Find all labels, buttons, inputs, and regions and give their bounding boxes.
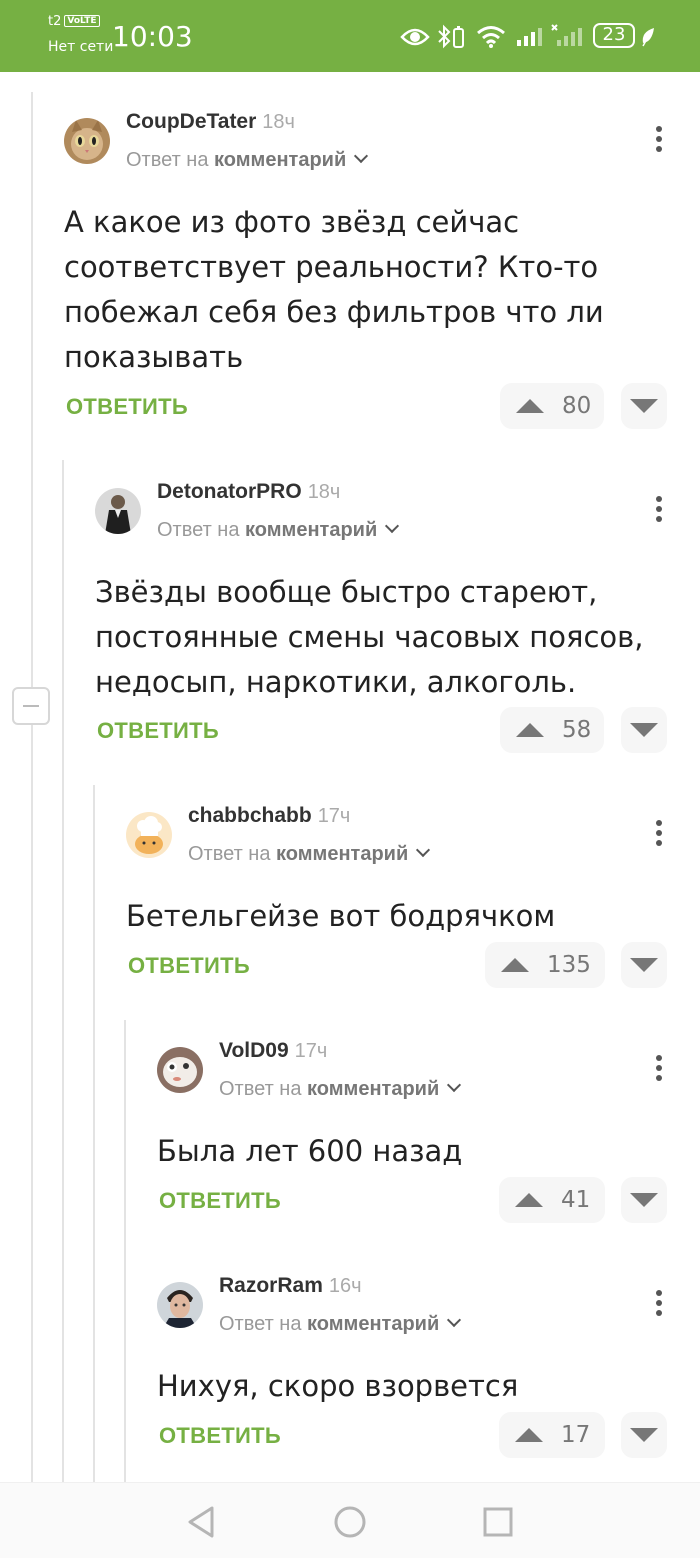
vote-count: 135 bbox=[547, 952, 591, 978]
downvote-button[interactable] bbox=[621, 383, 667, 429]
username[interactable]: RazorRam 16ч bbox=[219, 1274, 362, 1298]
comment-time: 17ч bbox=[317, 805, 351, 827]
eye-icon bbox=[400, 28, 430, 46]
clock: 10:03 bbox=[112, 20, 193, 53]
arrow-up-icon bbox=[515, 1193, 543, 1207]
comment-text: Бетельгейзе вот бодрячком bbox=[126, 899, 556, 933]
network-status: Нет сети bbox=[48, 39, 114, 55]
chevron-down-icon bbox=[447, 1312, 462, 1328]
more-options-icon[interactable] bbox=[656, 1055, 662, 1085]
comment-text: Была лет 600 назад bbox=[157, 1134, 463, 1168]
arrow-up-icon bbox=[516, 399, 544, 413]
comment-time: 18ч bbox=[307, 481, 341, 503]
username[interactable]: DetonatorPRO 18ч bbox=[157, 480, 340, 504]
reply-button[interactable]: ОТВЕТИТЬ bbox=[128, 953, 250, 979]
reply-to[interactable]: Ответ на комментарий bbox=[126, 148, 369, 172]
chevron-down-icon bbox=[354, 148, 369, 164]
collapse-thread-button[interactable] bbox=[12, 687, 50, 725]
comment: chabbchabb 17ч Ответ на комментарий Бетел… bbox=[126, 804, 674, 992]
comment: DetonatorPRO 18ч Ответ на комментарий Звё… bbox=[95, 480, 675, 758]
downvote-button[interactable] bbox=[621, 1177, 667, 1223]
volte-badge: VoLTE bbox=[64, 15, 100, 27]
reply-to[interactable]: Ответ на комментарий bbox=[157, 518, 400, 542]
battery-indicator: 23 bbox=[593, 23, 635, 48]
arrow-down-icon bbox=[630, 399, 658, 413]
cat-avatar-icon bbox=[64, 118, 110, 164]
home-icon[interactable] bbox=[333, 1505, 367, 1539]
downvote-button[interactable] bbox=[621, 942, 667, 988]
wifi-icon bbox=[477, 26, 505, 48]
arrow-down-icon bbox=[630, 958, 658, 972]
reply-to[interactable]: Ответ на комментарий bbox=[188, 842, 431, 866]
username[interactable]: CoupDeTater 18ч bbox=[126, 110, 295, 134]
comment-text: А какое из фото звёзд сейчас соответству… bbox=[64, 205, 604, 374]
thread-line bbox=[124, 1020, 126, 1482]
downvote-button[interactable] bbox=[621, 707, 667, 753]
leaf-icon bbox=[642, 28, 654, 47]
username[interactable]: VolD09 17ч bbox=[219, 1039, 327, 1063]
comment-text: Звёзды вообще быстро стареют, постоянные… bbox=[95, 575, 644, 699]
navigation-bar bbox=[0, 1482, 700, 1558]
vote-count: 58 bbox=[562, 717, 592, 743]
man-in-suit-avatar-icon bbox=[95, 488, 141, 534]
avatar[interactable] bbox=[157, 1282, 203, 1328]
arrow-down-icon bbox=[630, 723, 658, 737]
arrow-up-icon bbox=[515, 1428, 543, 1442]
thread-line bbox=[62, 460, 64, 1482]
signal-icon bbox=[517, 28, 542, 46]
avatar[interactable] bbox=[157, 1047, 203, 1093]
carrier: t2 VoLTE bbox=[48, 14, 100, 30]
thread-line bbox=[93, 785, 95, 1482]
more-options-icon[interactable] bbox=[656, 1290, 662, 1320]
comment-time: 18ч bbox=[262, 111, 295, 133]
reply-button[interactable]: ОТВЕТИТЬ bbox=[66, 394, 188, 420]
more-options-icon[interactable] bbox=[656, 820, 662, 850]
upvote-button[interactable]: 17 bbox=[499, 1412, 605, 1458]
reply-to[interactable]: Ответ на комментарий bbox=[219, 1077, 462, 1101]
upvote-button[interactable]: 41 bbox=[499, 1177, 605, 1223]
avatar[interactable] bbox=[64, 118, 110, 164]
vote-count: 17 bbox=[561, 1422, 591, 1448]
upvote-button[interactable]: 80 bbox=[500, 383, 604, 429]
comment: CoupDeTater 18ч Ответ на комментарий А ка… bbox=[64, 110, 674, 438]
recents-icon[interactable] bbox=[482, 1506, 514, 1538]
chevron-down-icon bbox=[385, 518, 400, 534]
reply-to[interactable]: Ответ на комментарий bbox=[219, 1312, 462, 1336]
reply-button[interactable]: ОТВЕТИТЬ bbox=[159, 1188, 281, 1214]
reply-button[interactable]: ОТВЕТИТЬ bbox=[97, 718, 219, 744]
reply-button[interactable]: ОТВЕТИТЬ bbox=[159, 1423, 281, 1449]
status-bar: t2 VoLTE Нет сети 10:03 23 bbox=[0, 0, 700, 72]
vote-count: 41 bbox=[561, 1187, 591, 1213]
upvote-button[interactable]: 135 bbox=[485, 942, 605, 988]
arrow-down-icon bbox=[630, 1193, 658, 1207]
avatar[interactable] bbox=[126, 812, 172, 858]
more-options-icon[interactable] bbox=[656, 496, 662, 526]
chevron-down-icon bbox=[447, 1077, 462, 1093]
bluetooth-icon bbox=[438, 24, 464, 49]
comment-time: 17ч bbox=[294, 1040, 328, 1062]
chef-hat-avatar-icon bbox=[126, 812, 172, 858]
comment: RazorRam 16ч Ответ на комментарий Нихуя, … bbox=[157, 1274, 674, 1462]
comment-text: Нихуя, скоро взорвется bbox=[157, 1369, 519, 1403]
comment: VolD09 17ч Ответ на комментарий Была лет … bbox=[157, 1039, 674, 1227]
back-icon[interactable] bbox=[186, 1505, 216, 1539]
signal-off-icon bbox=[551, 24, 582, 46]
upvote-button[interactable]: 58 bbox=[500, 707, 604, 753]
more-options-icon[interactable] bbox=[656, 126, 662, 156]
man-portrait-avatar-icon bbox=[157, 1282, 203, 1328]
comment-time: 16ч bbox=[328, 1275, 362, 1297]
username[interactable]: chabbchabb 17ч bbox=[188, 804, 350, 828]
arrow-up-icon bbox=[501, 958, 529, 972]
chevron-down-icon bbox=[416, 842, 431, 858]
arrow-up-icon bbox=[516, 723, 544, 737]
downvote-button[interactable] bbox=[621, 1412, 667, 1458]
thread-line bbox=[31, 92, 33, 1482]
toy-avatar-icon bbox=[157, 1047, 203, 1093]
avatar[interactable] bbox=[95, 488, 141, 534]
arrow-down-icon bbox=[630, 1428, 658, 1442]
vote-count: 80 bbox=[562, 393, 592, 419]
